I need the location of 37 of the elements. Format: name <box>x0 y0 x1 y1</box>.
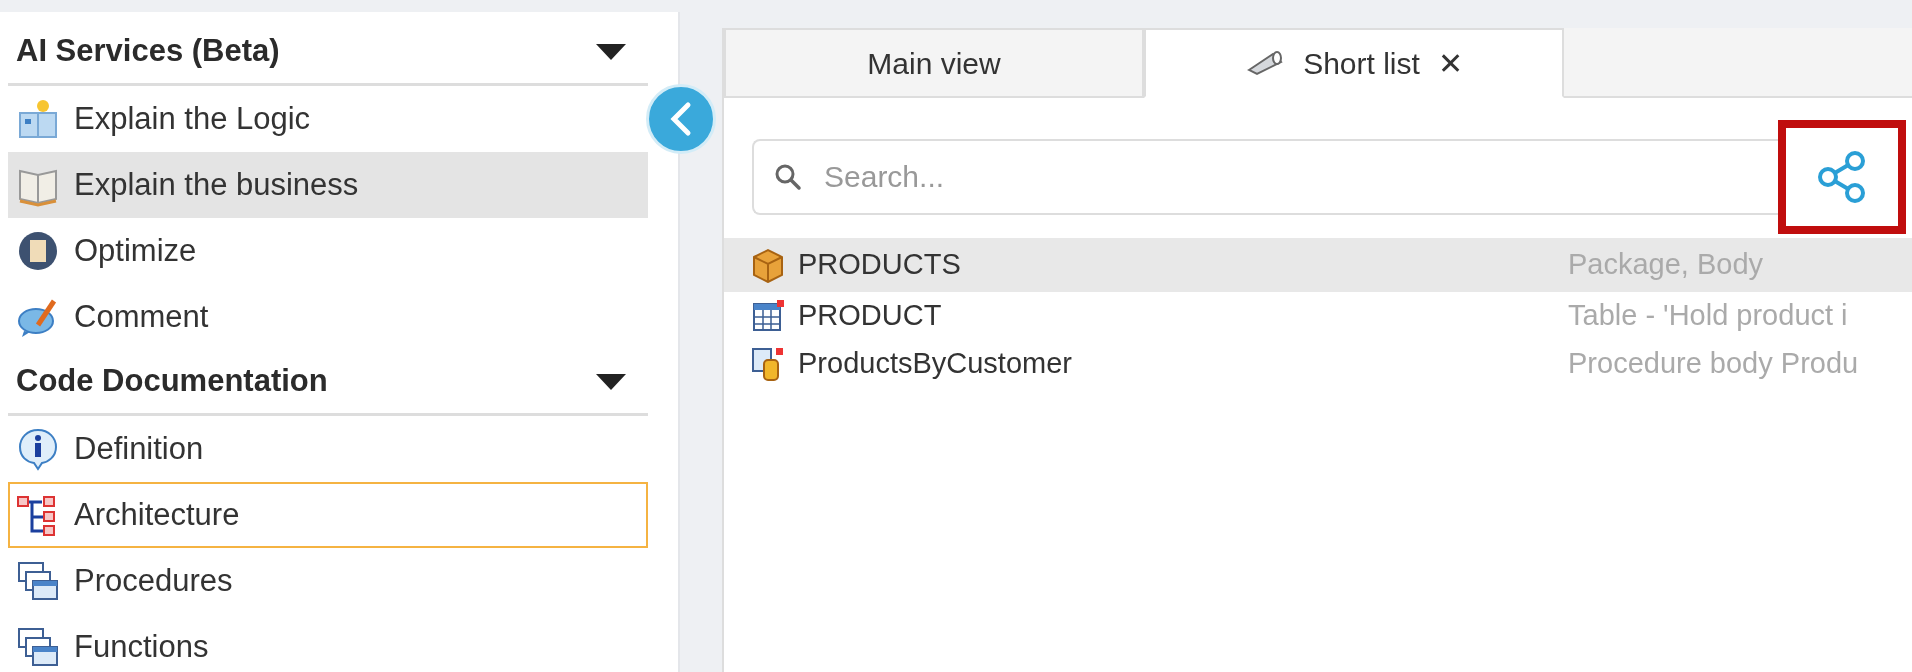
object-name: ProductsByCustomer <box>798 346 1072 382</box>
stacked-windows-icon <box>16 625 60 669</box>
caret-down-icon <box>596 43 626 60</box>
share-button[interactable] <box>1778 120 1906 234</box>
object-name: PRODUCT <box>798 298 942 334</box>
object-description: Package, Body <box>1568 247 1764 283</box>
sidebar-item[interactable]: Explain the Logic <box>8 86 648 152</box>
sidebar-item[interactable]: Optimize <box>8 218 648 284</box>
close-button[interactable]: ✕ <box>1437 40 1463 86</box>
object-description: Table - 'Hold product i <box>1568 298 1848 334</box>
section-title: Code Documentation <box>16 362 328 401</box>
sidebar-item[interactable]: Procedures <box>8 548 648 614</box>
tab[interactable]: Main view <box>724 28 1144 98</box>
section-header[interactable]: Code Documentation <box>8 350 648 416</box>
section-header[interactable]: AI Services (Beta) <box>8 20 648 86</box>
section-title: AI Services (Beta) <box>16 32 280 71</box>
sidebar-item[interactable]: Comment <box>8 284 648 350</box>
sidebar-item[interactable]: Definition <box>8 416 648 482</box>
document-badge-icon <box>16 229 60 273</box>
caret-down-icon <box>596 373 626 390</box>
result-row[interactable]: PRODUCTS Package, Body <box>724 238 1912 292</box>
object-name: PRODUCTS <box>798 247 961 283</box>
share-icon <box>1817 150 1867 204</box>
table-icon <box>750 298 786 334</box>
result-row[interactable]: ProductsByCustomer Procedure body Produ <box>724 340 1912 388</box>
tab[interactable]: Short list ✕ <box>1144 28 1564 98</box>
package-icon <box>750 247 786 283</box>
document-cylinder-icon <box>750 346 786 382</box>
sidebar-item[interactable]: Functions <box>8 614 648 672</box>
book-lightbulb-icon <box>16 97 60 141</box>
info-icon <box>16 427 60 471</box>
stacked-windows-icon <box>16 559 60 603</box>
result-row[interactable]: PRODUCT Table - 'Hold product i <box>724 292 1912 340</box>
sidebar-item[interactable]: Explain the business <box>8 152 648 218</box>
sidebar-item[interactable]: Architecture <box>8 482 648 548</box>
search-field[interactable]: Search... <box>752 139 1778 215</box>
object-description: Procedure body Produ <box>1568 346 1859 382</box>
